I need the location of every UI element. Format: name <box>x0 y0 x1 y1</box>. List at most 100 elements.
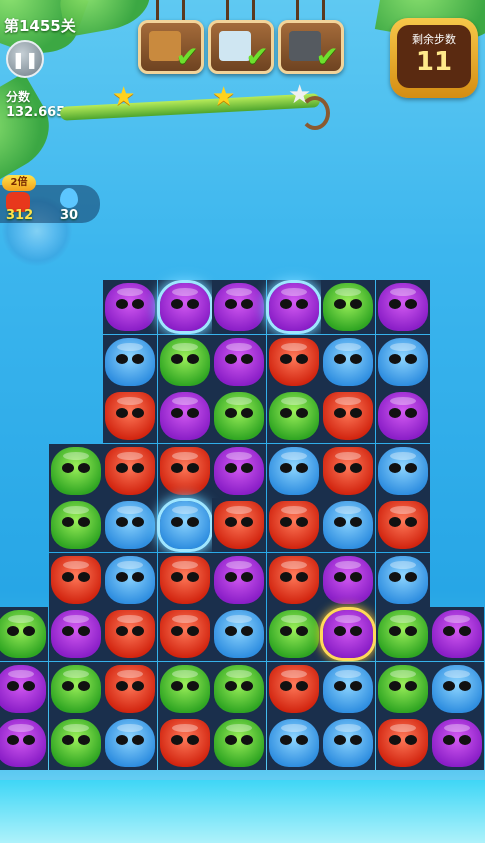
purple-owl-tile[interactable] <box>214 337 264 386</box>
check-icon: ✔ <box>175 40 199 73</box>
purple-owl-tile[interactable] <box>50 610 101 658</box>
purple-owl-tile[interactable] <box>377 283 428 331</box>
green-frog-tile[interactable] <box>214 392 264 440</box>
red-fox-tile[interactable] <box>50 555 101 604</box>
blue-blob-tile[interactable] <box>214 610 264 658</box>
eye-icon <box>459 626 471 636</box>
score-label: 分数 <box>6 90 31 104</box>
green-frog-tile[interactable] <box>214 719 264 767</box>
purple-owl-tile[interactable] <box>432 610 482 658</box>
red-fox-tile[interactable] <box>268 664 319 713</box>
green-frog-tile[interactable] <box>268 392 319 440</box>
pause-button[interactable]: ❚❚ <box>6 40 44 78</box>
red-fox-tile[interactable] <box>105 610 155 658</box>
eye-icon <box>61 517 74 527</box>
shine <box>117 506 143 514</box>
red-fox-tile[interactable] <box>105 392 155 440</box>
red-fox-tile[interactable] <box>159 719 210 767</box>
green-frog-tile[interactable] <box>50 719 101 767</box>
purple-owl-tile[interactable] <box>159 392 210 440</box>
green-frog-tile[interactable] <box>0 610 46 658</box>
green-frog-tile[interactable] <box>214 664 264 713</box>
red-fox-tile[interactable] <box>268 555 319 604</box>
blue-blob-tile[interactable] <box>323 664 373 713</box>
purple-owl-tile[interactable] <box>105 283 155 331</box>
eye-icon <box>61 462 74 473</box>
shine <box>117 615 143 623</box>
eye-icon <box>225 571 237 582</box>
blue-blob-tile[interactable] <box>105 555 155 604</box>
green-frog-tile[interactable] <box>377 610 428 658</box>
purple-owl-tile[interactable] <box>432 719 482 767</box>
red-fox-tile[interactable] <box>105 446 155 495</box>
purple-owl-tile[interactable] <box>323 610 373 658</box>
water-surface <box>0 780 485 843</box>
eye-icon <box>295 517 308 527</box>
purple-owl-tile[interactable] <box>0 664 46 713</box>
red-fox-tile[interactable] <box>377 501 428 549</box>
eye-icon <box>334 408 346 418</box>
red-fox-tile[interactable] <box>323 392 373 440</box>
red-fox-tile[interactable] <box>377 719 428 767</box>
green-frog-tile[interactable] <box>268 610 319 658</box>
shine <box>226 560 252 569</box>
eye-icon <box>334 571 346 582</box>
shine <box>62 560 89 569</box>
eye-icon <box>23 680 35 691</box>
eye-icon <box>116 299 128 309</box>
purple-owl-tile[interactable] <box>377 392 428 440</box>
eye-icon <box>132 626 144 636</box>
eye-icon <box>186 299 199 309</box>
eye-icon <box>241 408 253 418</box>
green-frog-tile[interactable] <box>50 664 101 713</box>
red-fox-tile[interactable] <box>268 501 319 549</box>
blue-blob-tile[interactable] <box>377 337 428 386</box>
blue-blob-tile[interactable] <box>323 337 373 386</box>
red-fox-tile[interactable] <box>214 501 264 549</box>
purple-owl-tile[interactable] <box>268 283 319 331</box>
blue-blob-tile[interactable] <box>377 446 428 495</box>
purple-owl-tile[interactable] <box>214 283 264 331</box>
blue-blob-tile[interactable] <box>323 719 373 767</box>
shine <box>226 288 252 296</box>
red-fox-tile[interactable] <box>159 610 210 658</box>
purple-owl-tile[interactable] <box>159 283 210 331</box>
shine <box>117 560 143 569</box>
shine <box>226 615 252 623</box>
shine <box>335 724 361 732</box>
shine <box>8 615 34 623</box>
purple-owl-tile[interactable] <box>214 555 264 604</box>
red-fox-tile[interactable] <box>159 446 210 495</box>
blue-blob-tile[interactable] <box>105 719 155 767</box>
green-frog-tile[interactable] <box>159 337 210 386</box>
red-fox-tile[interactable] <box>268 337 319 386</box>
blue-blob-tile[interactable] <box>268 446 319 495</box>
purple-owl-tile[interactable] <box>0 719 46 767</box>
red-fox-tile[interactable] <box>159 555 210 604</box>
eye-icon <box>116 680 128 691</box>
blue-blob-tile[interactable] <box>268 719 319 767</box>
blue-blob-tile[interactable] <box>105 501 155 549</box>
green-frog-tile[interactable] <box>50 501 101 549</box>
eye-icon <box>241 517 253 527</box>
green-frog-tile[interactable] <box>50 446 101 495</box>
blue-blob-tile[interactable] <box>105 337 155 386</box>
shine <box>335 615 361 623</box>
shine <box>389 342 416 351</box>
eye-icon <box>23 735 35 745</box>
purple-owl-tile[interactable] <box>323 555 373 604</box>
moves-panel: 剩余步数 11 <box>390 18 478 98</box>
red-fox-tile[interactable] <box>105 664 155 713</box>
blue-blob-tile[interactable] <box>159 501 210 549</box>
blue-blob-tile[interactable] <box>377 555 428 604</box>
green-frog-tile[interactable] <box>159 664 210 713</box>
red-fox-tile[interactable] <box>323 446 373 495</box>
eye-icon <box>225 299 237 309</box>
eye-icon <box>295 299 308 309</box>
green-frog-tile[interactable] <box>323 283 373 331</box>
blue-blob-tile[interactable] <box>323 501 373 549</box>
green-frog-tile[interactable] <box>377 664 428 713</box>
shine <box>62 615 89 623</box>
blue-blob-tile[interactable] <box>432 664 482 713</box>
purple-owl-tile[interactable] <box>214 446 264 495</box>
